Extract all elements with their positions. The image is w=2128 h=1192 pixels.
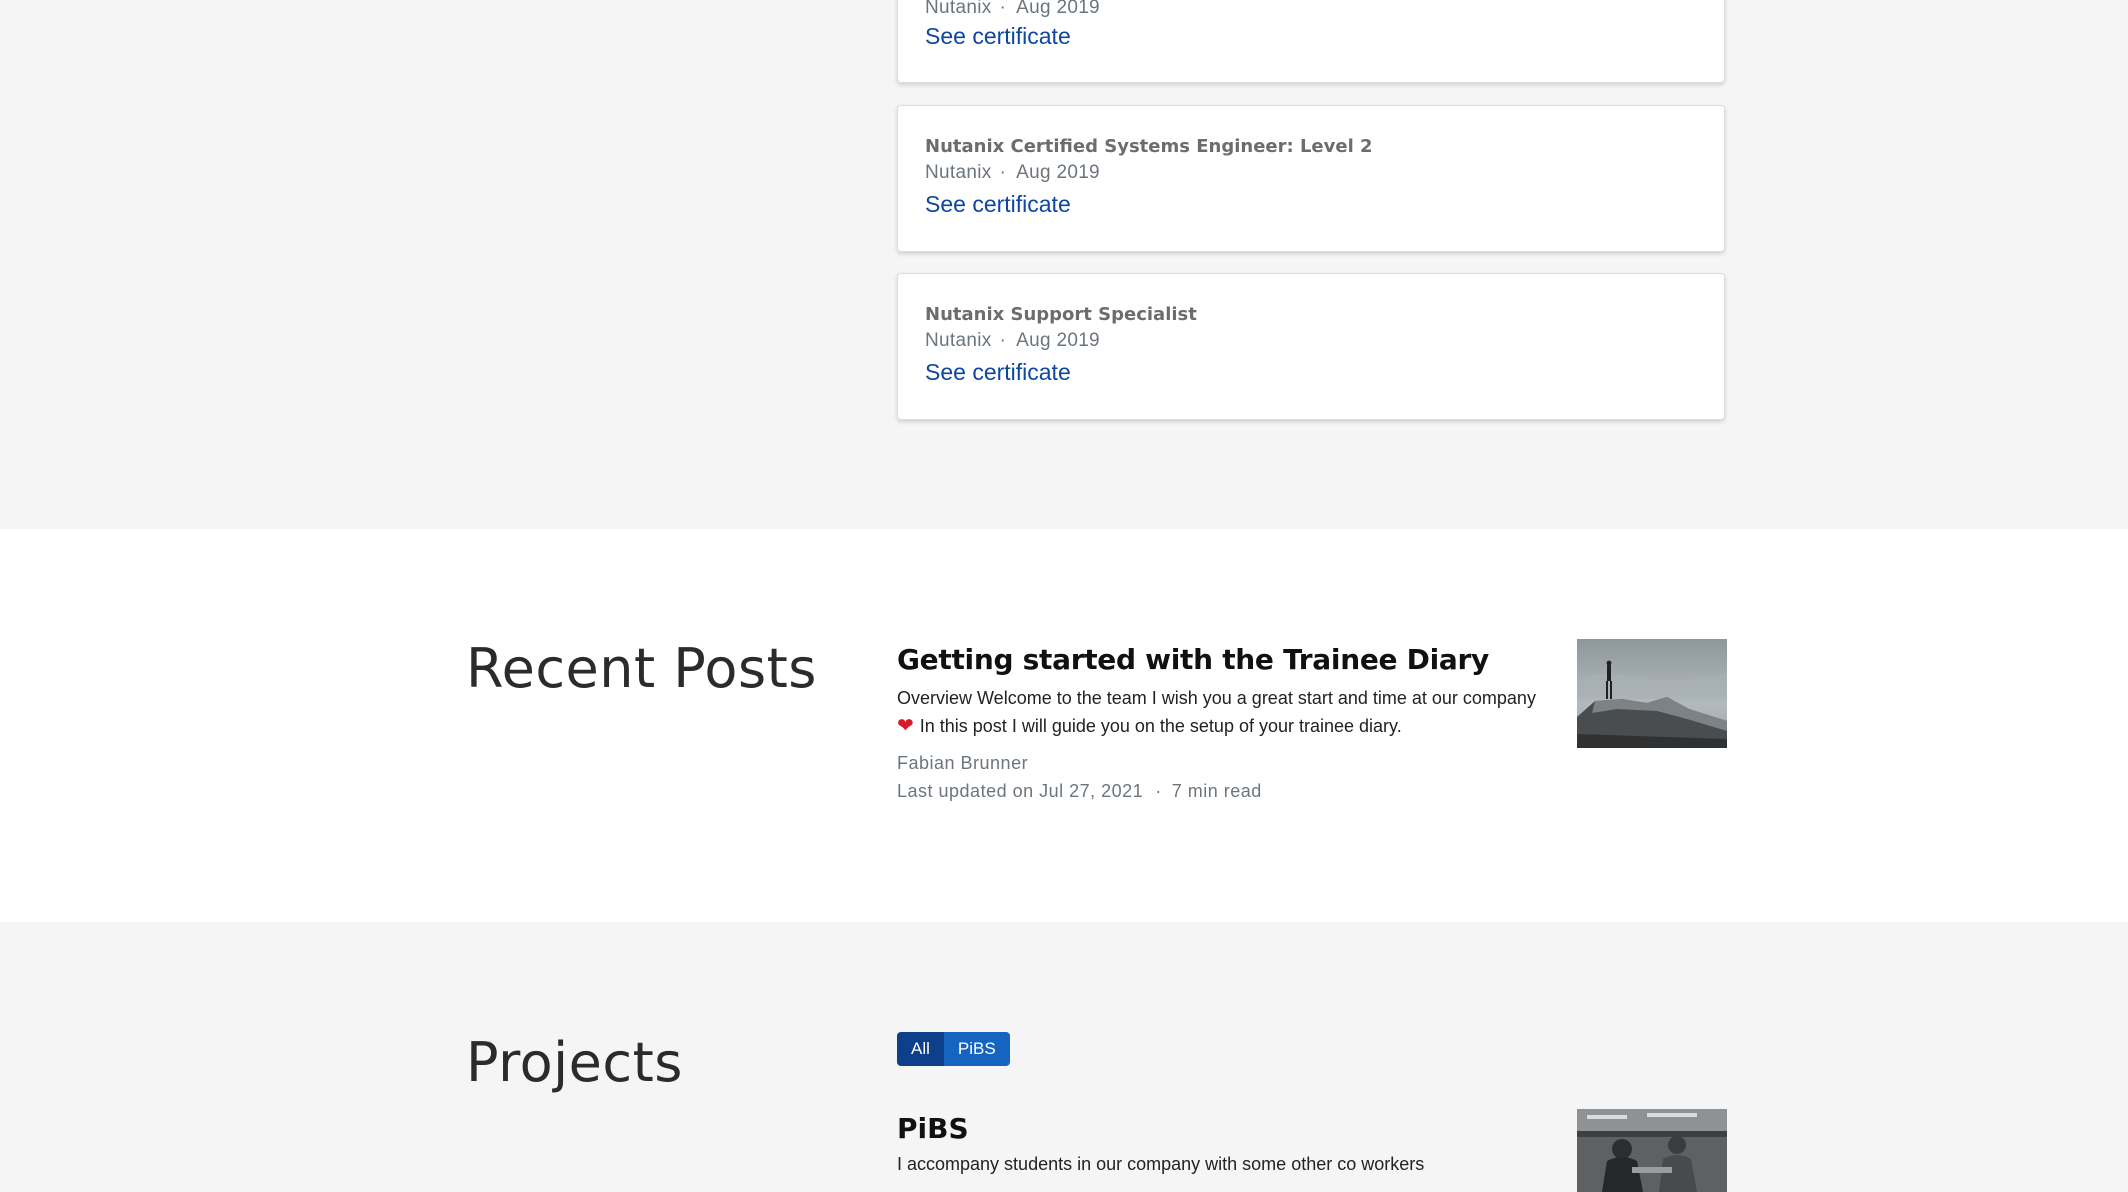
filter-pibs-button[interactable]: PiBS [943, 1032, 1010, 1066]
meta-separator: · [999, 162, 1007, 183]
certificate-meta: Nutanix · Aug 2019 [925, 162, 1100, 184]
project-filter-group: All PiBS [897, 1032, 1010, 1066]
certificate-organization: Nutanix [925, 330, 992, 351]
certificate-date: Aug 2019 [1016, 162, 1100, 183]
project-summary: I accompany students in our company with… [897, 1154, 1425, 1174]
meta-separator: · [999, 330, 1007, 351]
certificate-meta: Nutanix · Aug 2019 [925, 330, 1100, 352]
certificate-date: Aug 2019 [1016, 330, 1100, 351]
post-summary-line1: Overview Welcome to the team I wish you … [897, 688, 1536, 708]
post-summary-line2: In this post I will guide you on the set… [919, 716, 1402, 736]
post-meta: Last updated on Jul 27, 2021 · 7 min read [897, 781, 1262, 802]
project-title-link[interactable]: PiBS [897, 1112, 969, 1145]
certificate-title: Nutanix Certified Systems Engineer: Leve… [925, 136, 1373, 157]
recent-posts-heading: Recent Posts [466, 637, 817, 700]
certificate-organization: Nutanix [925, 0, 992, 18]
people-working-photo [1577, 1109, 1727, 1192]
post-title-link[interactable]: Getting started with the Trainee Diary [897, 643, 1489, 676]
certificate-card: Nutanix · Aug 2019 See certificate [897, 0, 1725, 83]
person-standing-on-rock-photo [1577, 639, 1727, 748]
certificate-organization: Nutanix [925, 162, 992, 183]
certificate-title: Nutanix Support Specialist [925, 304, 1197, 325]
project-thumbnail[interactable] [1577, 1109, 1727, 1192]
certificate-card: Nutanix Certified Systems Engineer: Leve… [897, 105, 1725, 252]
see-certificate-link[interactable]: See certificate [925, 359, 1071, 386]
projects-heading: Projects [466, 1031, 683, 1094]
post-read-time: 7 min read [1171, 781, 1262, 801]
meta-separator: · [1155, 781, 1162, 801]
filter-all-button[interactable]: All [897, 1032, 944, 1066]
post-thumbnail[interactable] [1577, 639, 1727, 748]
recent-posts-section: Recent Posts Getting started with the Tr… [0, 529, 2128, 922]
meta-separator: · [999, 0, 1007, 18]
certificate-meta: Nutanix · Aug 2019 [925, 0, 1100, 19]
certificate-date: Aug 2019 [1016, 0, 1100, 18]
see-certificate-link[interactable]: See certificate [925, 191, 1071, 218]
post-author[interactable]: Fabian Brunner [897, 753, 1028, 774]
projects-section: Projects All PiBS PiBS I accompany stude… [0, 922, 2128, 1192]
certificate-card: Nutanix Support Specialist Nutanix · Aug 2… [897, 273, 1725, 420]
post-summary: Overview Welcome to the team I wish you … [897, 684, 1557, 740]
post-updated-date: Last updated on Jul 27, 2021 [897, 781, 1144, 801]
see-certificate-link[interactable]: See certificate [925, 23, 1071, 50]
accomplishments-section: Nutanix · Aug 2019 See certificate Nutanix… [0, 0, 2128, 529]
red-heart-icon: ❤ [897, 715, 914, 737]
